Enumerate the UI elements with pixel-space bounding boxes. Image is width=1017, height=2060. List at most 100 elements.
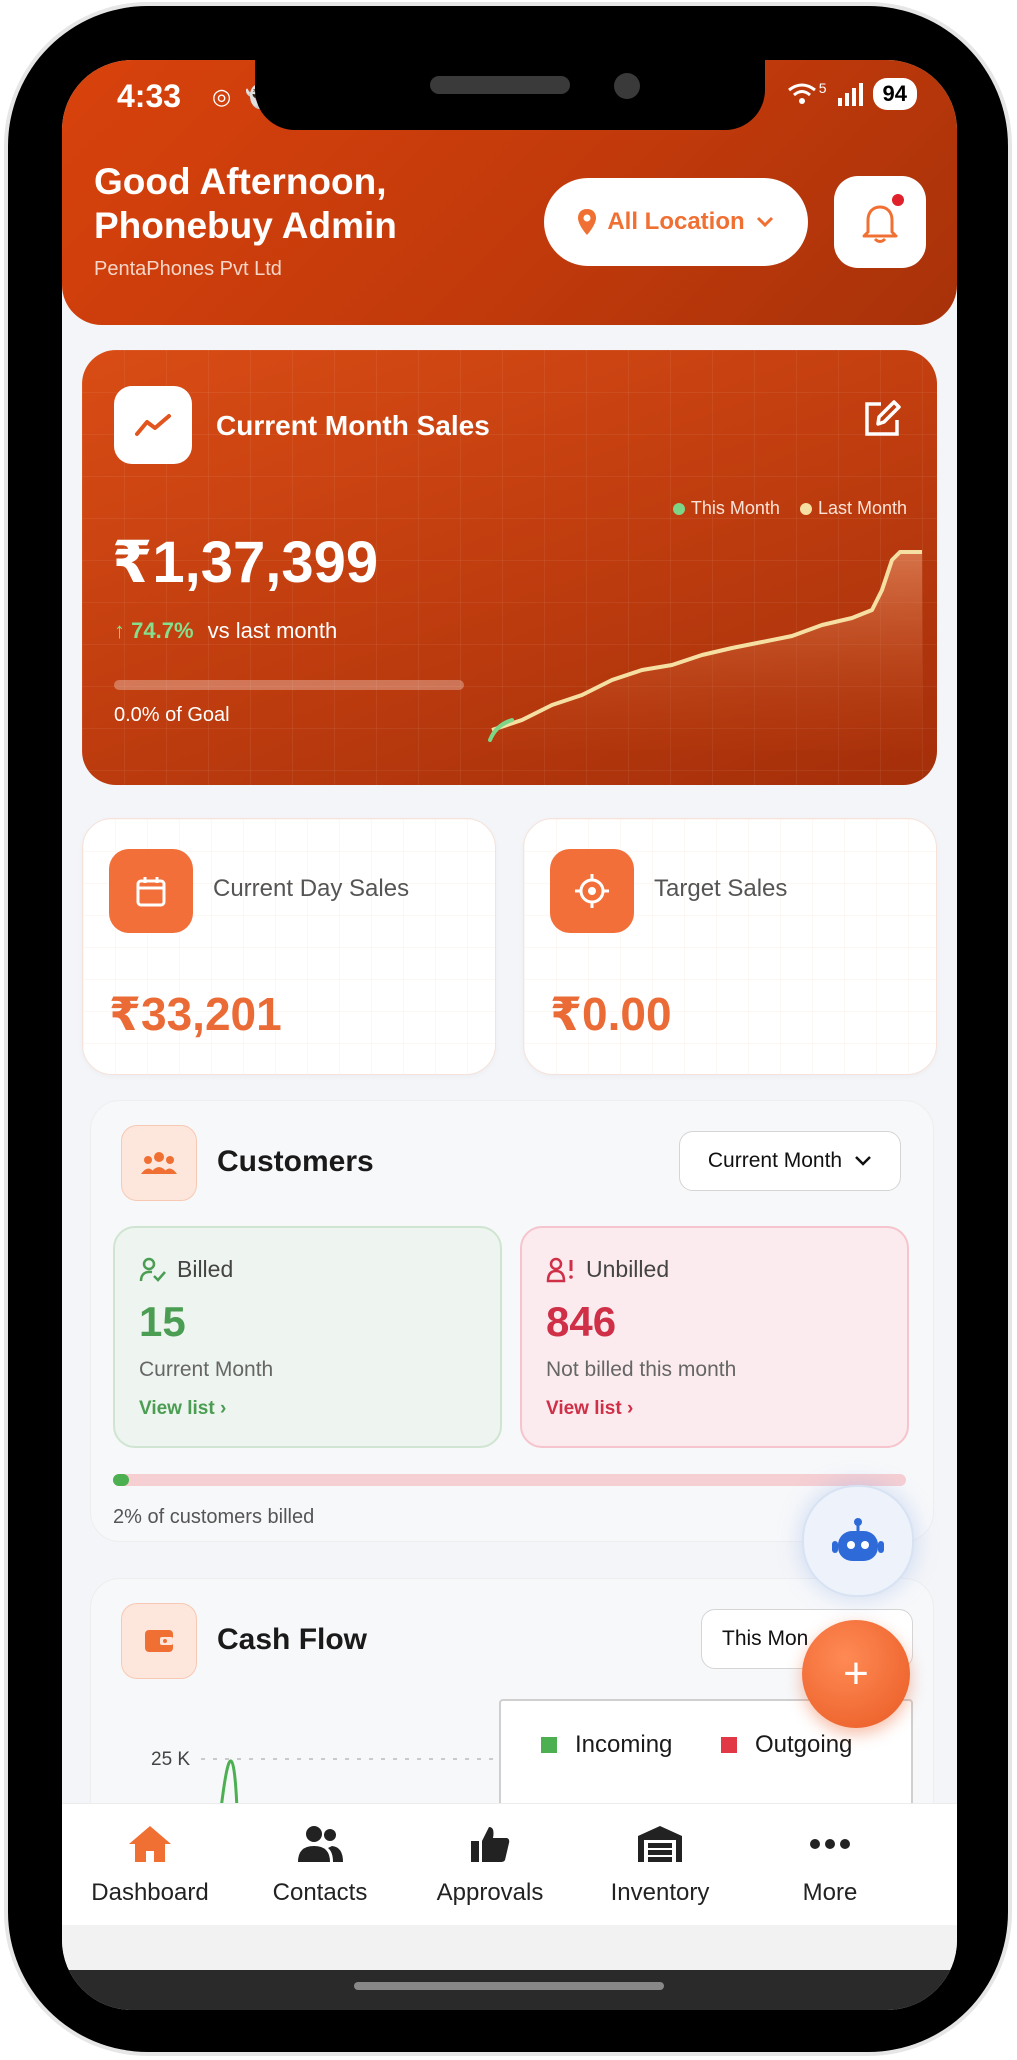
- add-button[interactable]: +: [802, 1620, 910, 1728]
- home-indicator[interactable]: [354, 1982, 664, 1990]
- current-month-sales-card[interactable]: Current Month Sales This Month Last Mont…: [82, 350, 937, 785]
- target-sales-card[interactable]: Target Sales ₹0.00: [523, 818, 937, 1075]
- target-sales-value: ₹0.00: [550, 988, 672, 1040]
- bottom-navigation: Dashboard Contacts Approvals Inventory M…: [62, 1803, 957, 1926]
- unbilled-link-text: View list: [546, 1398, 622, 1419]
- unbilled-count: 846: [546, 1298, 617, 1345]
- legend-last-month: Last Month: [799, 498, 907, 519]
- unbilled-header: Unbilled: [546, 1256, 669, 1283]
- billed-link-text: View list: [139, 1398, 215, 1419]
- edit-icon[interactable]: [861, 398, 903, 445]
- billed-percent-note: 2% of customers billed: [113, 1506, 315, 1528]
- user-check-icon: [139, 1257, 166, 1282]
- target-sales-label: Target Sales: [654, 875, 788, 902]
- billed-label: Billed: [177, 1256, 234, 1282]
- growth-percent: 74.7%: [131, 618, 194, 643]
- chevron-down-icon: [756, 216, 773, 228]
- sales-trend-chart: [488, 550, 922, 750]
- unbilled-label: Unbilled: [586, 1256, 670, 1282]
- legend-this-month: This Month: [672, 498, 780, 519]
- cash-flow-chart-stub: [201, 1758, 501, 1809]
- nav-contacts[interactable]: Contacts: [235, 1824, 405, 1907]
- nav-label-more: More: [802, 1879, 858, 1906]
- status-right: 5 94: [787, 78, 917, 110]
- nav-label-contacts: Contacts: [272, 1879, 368, 1906]
- users-group-icon: [121, 1125, 197, 1201]
- thumbs-up-icon: [471, 1827, 510, 1862]
- sales-legend: This Month Last Month: [672, 498, 907, 519]
- greeting: Good Afternoon, Phonebuy Admin: [94, 160, 434, 248]
- y-axis-tick: 25 K: [151, 1749, 191, 1770]
- notch: [255, 60, 765, 130]
- warehouse-icon: [638, 1826, 682, 1862]
- bell-icon: [862, 205, 898, 243]
- goal-text: 0.0% of Goal: [114, 704, 230, 726]
- unbilled-view-list-link[interactable]: View list ›: [546, 1398, 633, 1420]
- billed-count: 15: [139, 1298, 186, 1345]
- notifications-button[interactable]: [834, 176, 926, 268]
- home-indicator-area: [62, 1970, 957, 2010]
- chevron-right-icon: ›: [219, 1398, 227, 1419]
- nav-label-dashboard: Dashboard: [91, 1879, 209, 1906]
- wifi-icon: [787, 83, 816, 104]
- legend-incoming: Incoming: [541, 1731, 672, 1759]
- speaker: [430, 76, 570, 94]
- home-icon: [129, 1826, 171, 1862]
- cash-flow-period-label: This Mon: [722, 1627, 809, 1650]
- location-label: All Location: [607, 208, 745, 235]
- unbilled-customers-box[interactable]: Unbilled 846 Not billed this month View …: [520, 1226, 909, 1448]
- target-icon: [550, 849, 634, 933]
- signal-icon: [837, 83, 863, 106]
- sales-title: Current Month Sales: [216, 410, 490, 441]
- app-screen: 4:33 ◎ 👻 5 94 Good Afternoon, Phonebuy A…: [62, 60, 957, 2010]
- wallet-icon: [121, 1603, 197, 1679]
- last-month-area: [492, 552, 922, 750]
- current-day-sales-value: ₹33,201: [109, 988, 282, 1040]
- nav-label-inventory: Inventory: [610, 1879, 710, 1906]
- billed-progress-fill: [113, 1474, 129, 1486]
- greeting-line2: Phonebuy Admin: [94, 205, 397, 246]
- billed-sub: Current Month: [139, 1358, 274, 1381]
- nav-approvals[interactable]: Approvals: [405, 1824, 575, 1907]
- user-alert-icon: [546, 1257, 573, 1282]
- nav-dashboard[interactable]: Dashboard: [65, 1824, 235, 1907]
- greeting-line1: Good Afternoon,: [94, 161, 387, 202]
- notification-dot: [892, 194, 904, 206]
- trend-icon: [114, 386, 192, 464]
- goal-progress-bar: [114, 680, 464, 690]
- growth-indicator: ↑ 74.7% vs last month: [114, 618, 337, 644]
- legend-outgoing: Outgoing: [721, 1731, 852, 1759]
- nav-inventory[interactable]: Inventory: [575, 1824, 745, 1907]
- customers-title: Customers: [217, 1145, 374, 1178]
- billed-customers-box[interactable]: Billed 15 Current Month View list ›: [113, 1226, 502, 1448]
- unbilled-sub: Not billed this month: [546, 1358, 737, 1381]
- growth-text: vs last month: [207, 618, 338, 643]
- sales-amount: ₹1,37,399: [112, 530, 379, 595]
- billed-progress-bar: [113, 1474, 906, 1486]
- nav-label-approvals: Approvals: [436, 1879, 544, 1906]
- camera: [614, 73, 640, 99]
- current-day-sales-label: Current Day Sales: [213, 875, 410, 902]
- app-notification-icon: ◎: [212, 84, 232, 109]
- calendar-icon: [109, 849, 193, 933]
- chevron-right-icon: ›: [626, 1398, 634, 1419]
- chevron-down-icon: [855, 1156, 871, 1166]
- assistant-bot-button[interactable]: [802, 1485, 914, 1597]
- customers-period-dropdown[interactable]: Current Month: [679, 1131, 901, 1191]
- customers-period-label: Current Month: [707, 1149, 843, 1172]
- customers-card: Customers Current Month Billed 15 Curren…: [90, 1100, 934, 1542]
- current-day-sales-card[interactable]: Current Day Sales ₹33,201: [82, 818, 496, 1075]
- arrow-up-icon: ↑: [114, 618, 125, 643]
- location-selector[interactable]: All Location: [544, 178, 808, 266]
- nav-more[interactable]: More: [745, 1824, 915, 1907]
- nav-spacer: [62, 1925, 957, 1970]
- status-time: 4:33: [117, 78, 182, 114]
- battery-indicator: 94: [872, 78, 917, 110]
- robot-icon: [832, 1518, 884, 1561]
- billed-view-list-link[interactable]: View list ›: [139, 1398, 226, 1420]
- cash-flow-title: Cash Flow: [217, 1623, 368, 1656]
- location-pin-icon: [578, 209, 597, 235]
- network-type: 5: [818, 80, 827, 96]
- company-name: PentaPhones Pvt Ltd: [94, 258, 282, 280]
- contacts-icon: [298, 1826, 343, 1862]
